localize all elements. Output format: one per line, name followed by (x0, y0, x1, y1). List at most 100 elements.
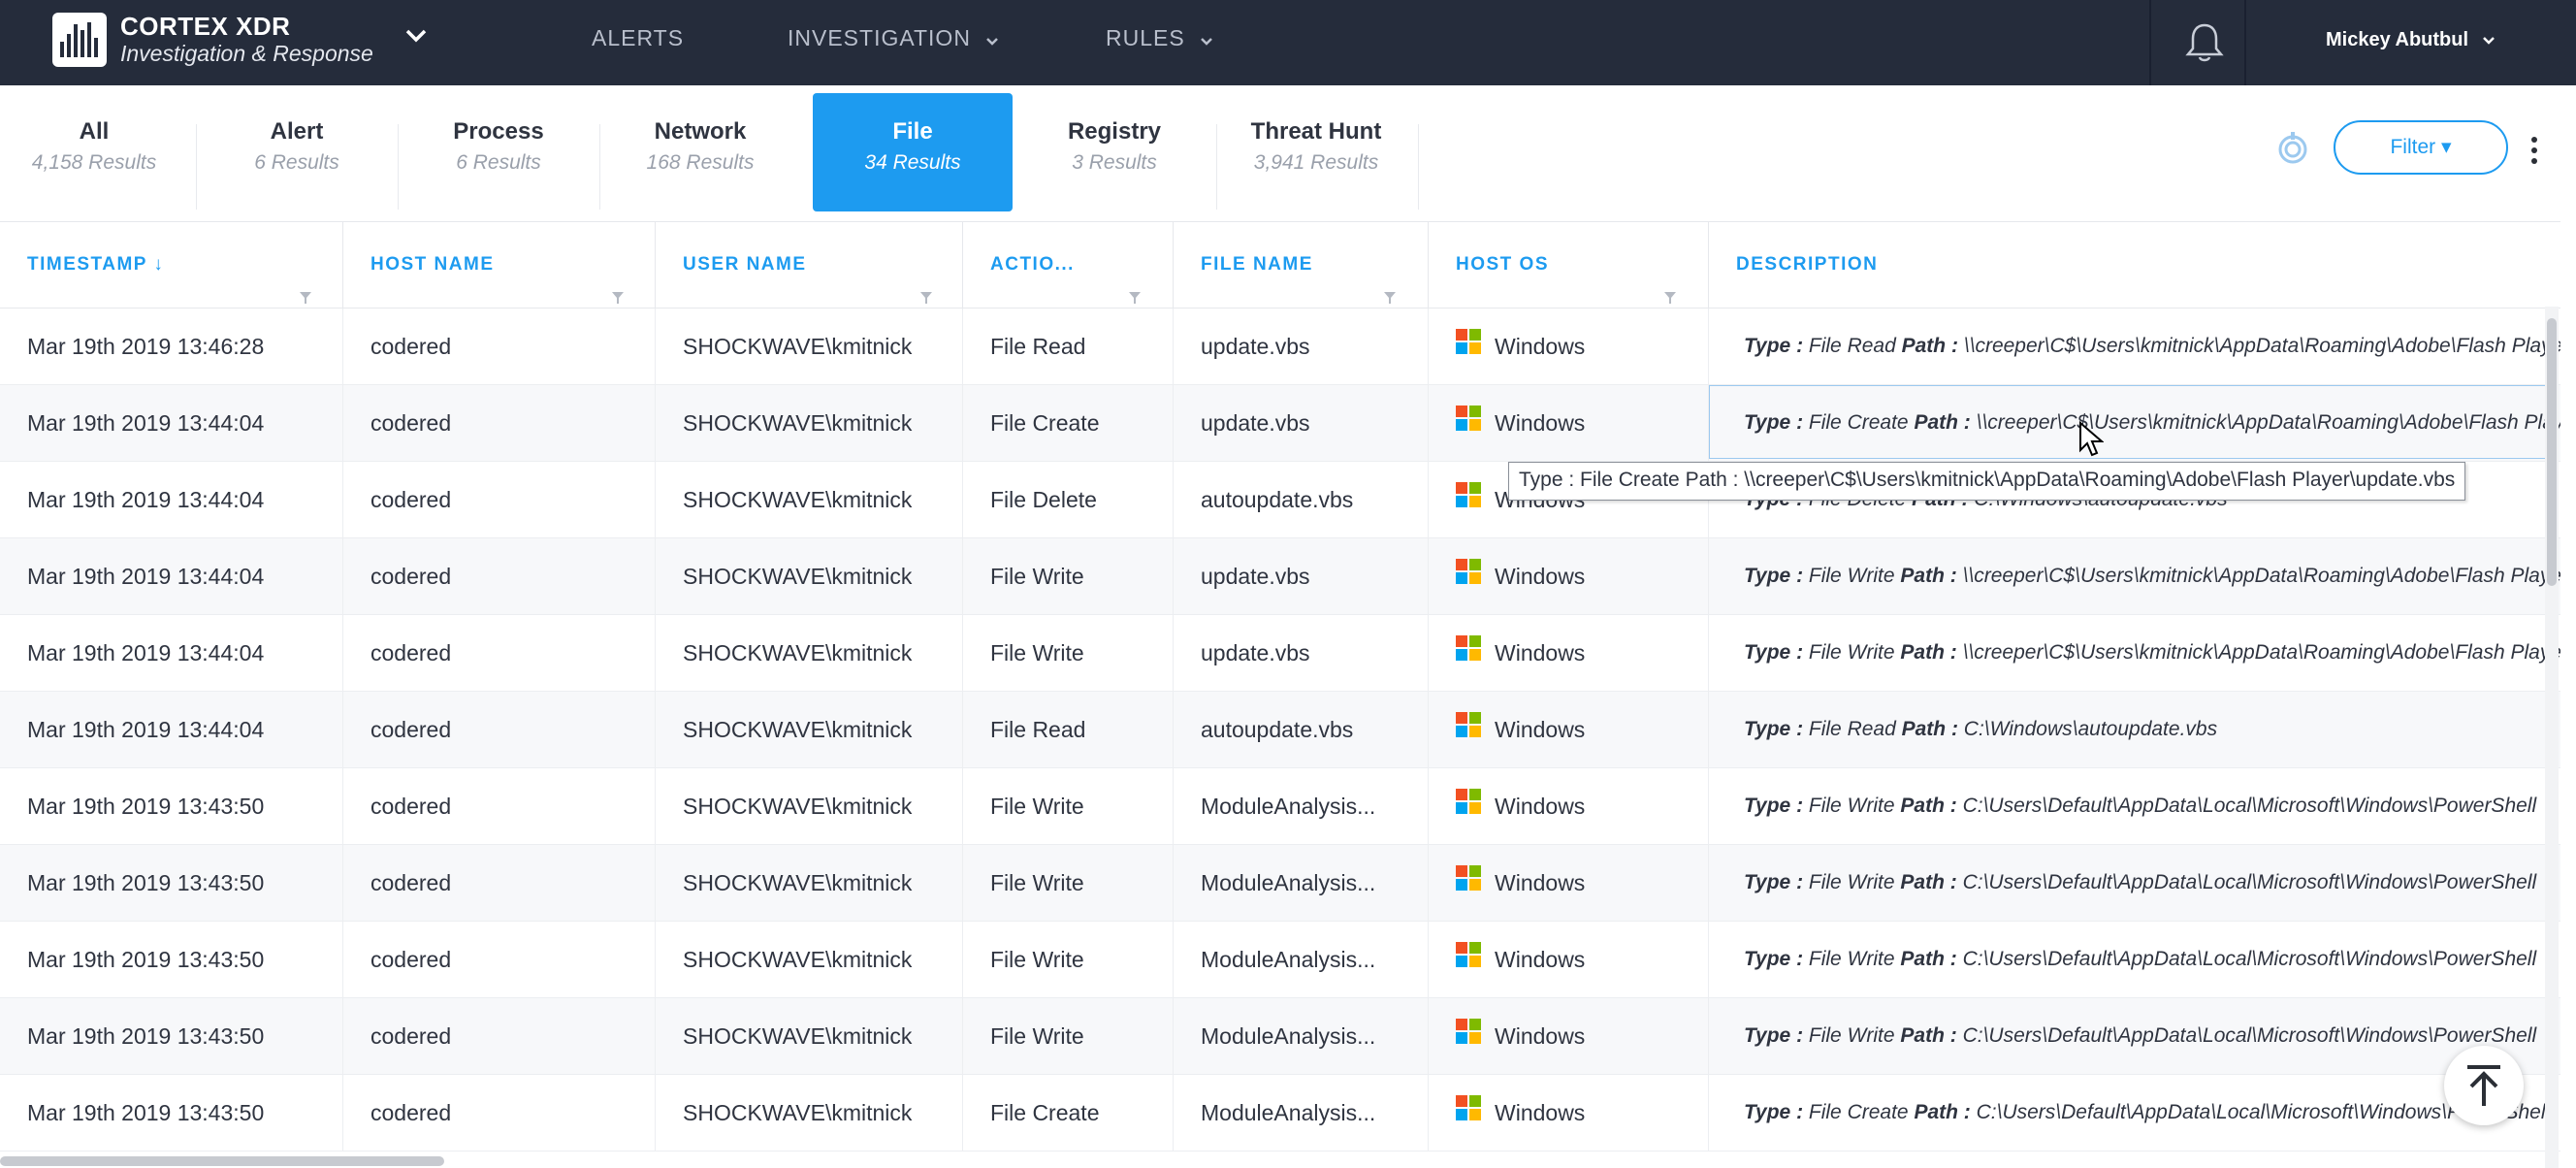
cell-host-name: codered (343, 538, 656, 614)
cell-description: Type : File Write Path : C:\Users\Defaul… (1709, 922, 2560, 997)
table-body: Mar 19th 2019 13:46:28 codered SHOCKWAVE… (0, 308, 2560, 1152)
cell-timestamp: Mar 19th 2019 13:43:50 (0, 1075, 343, 1151)
cell-user-name: SHOCKWAVE\kmitnick (656, 308, 963, 384)
table-row[interactable]: Mar 19th 2019 13:43:50 codered SHOCKWAVE… (0, 845, 2560, 922)
tab-alert[interactable]: Alert 6 Results (197, 93, 397, 211)
scroll-to-top-button[interactable] (2444, 1046, 2524, 1125)
desc-path-value: \\creeper\C$\Users\kmitnick\AppData\Roam… (1962, 565, 2560, 587)
desc-type-label: Type : (1744, 335, 1804, 357)
desc-type-label: Type : (1744, 718, 1804, 740)
user-name-label: Mickey Abutbul (2326, 29, 2469, 50)
nav-divider (2149, 0, 2151, 85)
chevron-down-icon (985, 26, 999, 52)
os-label: Windows (1495, 870, 1586, 895)
windows-logo-icon (1456, 385, 1481, 461)
cell-user-name: SHOCKWAVE\kmitnick (656, 768, 963, 844)
table-header: TIMESTAMP ↓ HOST NAME USER NAME ACTIO...… (0, 221, 2560, 308)
os-label: Windows (1495, 717, 1586, 742)
mouse-cursor-icon (2078, 420, 2105, 463)
more-options-icon[interactable] (2529, 136, 2539, 170)
desc-type-value: File Create (1803, 1101, 1915, 1123)
tab-count: 6 Results (254, 151, 339, 174)
column-header-action[interactable]: ACTIO... (963, 222, 1174, 308)
table-row[interactable]: Mar 19th 2019 13:44:04 codered SHOCKWAVE… (0, 692, 2560, 768)
column-header-description[interactable]: DESCRIPTION (1709, 222, 2560, 308)
column-header-user-name[interactable]: USER NAME (656, 222, 963, 308)
nav-investigation-label: INVESTIGATION (788, 25, 971, 50)
cell-action: File Write (963, 922, 1174, 997)
os-label: Windows (1495, 410, 1586, 436)
column-header-host-os[interactable]: HOST OS (1429, 222, 1709, 308)
horizontal-scrollbar-thumb[interactable] (0, 1156, 444, 1166)
cell-file-name: ModuleAnalysis... (1174, 1075, 1429, 1151)
table-row[interactable]: Mar 19th 2019 13:43:50 codered SHOCKWAVE… (0, 768, 2560, 845)
cell-user-name: SHOCKWAVE\kmitnick (656, 922, 963, 997)
desc-path-label: Path : (1901, 335, 1958, 357)
column-header-host-name[interactable]: HOST NAME (343, 222, 656, 308)
tab-label: Network (654, 118, 747, 145)
cell-description: Type : File Read Path : \\creeper\C$\Use… (1709, 308, 2560, 384)
windows-logo-icon (1456, 462, 1481, 537)
desc-path-label: Path : (1914, 1101, 1971, 1123)
refresh-icon[interactable] (2273, 130, 2312, 174)
desc-path-value: \\creeper\C$\Users\kmitnick\AppData\Roam… (1962, 641, 2560, 664)
cell-host-os: Windows (1429, 692, 1709, 767)
cell-timestamp: Mar 19th 2019 13:43:50 (0, 922, 343, 997)
tab-file[interactable]: File 34 Results (813, 93, 1013, 211)
tab-threat-hunt[interactable]: Threat Hunt 3,941 Results (1216, 93, 1416, 211)
cell-file-name: update.vbs (1174, 538, 1429, 614)
os-label: Windows (1495, 640, 1586, 665)
tab-network[interactable]: Network 168 Results (600, 93, 800, 211)
desc-type-value: File Read (1803, 718, 1902, 740)
desc-type-label: Type : (1744, 871, 1804, 893)
tab-label: Process (453, 118, 544, 145)
desc-path-value: C:\Users\Default\AppData\Local\Microsoft… (1956, 948, 2537, 970)
column-header-label: TIMESTAMP ↓ (27, 254, 165, 275)
cell-timestamp: Mar 19th 2019 13:43:50 (0, 998, 343, 1074)
table-row[interactable]: Mar 19th 2019 13:44:04 codered SHOCKWAVE… (0, 538, 2560, 615)
app-switcher-chevron-icon[interactable] (405, 29, 427, 48)
tab-process[interactable]: Process 6 Results (399, 93, 598, 211)
table-row[interactable]: Mar 19th 2019 13:43:50 codered SHOCKWAVE… (0, 922, 2560, 998)
windows-logo-icon (1456, 308, 1481, 384)
desc-type-value: File Write (1803, 641, 1901, 664)
cell-host-os: Windows (1429, 922, 1709, 997)
filter-button[interactable]: Filter ▾ (2334, 120, 2508, 175)
tab-all[interactable]: All 4,158 Results (0, 93, 194, 211)
table-row[interactable]: Mar 19th 2019 13:43:50 codered SHOCKWAVE… (0, 1075, 2560, 1152)
tab-count: 34 Results (864, 151, 961, 174)
cell-user-name: SHOCKWAVE\kmitnick (656, 538, 963, 614)
nav-rules[interactable]: RULES (1106, 25, 1213, 52)
table-row[interactable]: Mar 19th 2019 13:44:04 codered SHOCKWAVE… (0, 385, 2560, 462)
cell-user-name: SHOCKWAVE\kmitnick (656, 615, 963, 691)
os-label: Windows (1495, 1023, 1586, 1049)
cell-host-name: codered (343, 922, 656, 997)
desc-path-value: C:\Users\Default\AppData\Local\Microsoft… (1956, 795, 2537, 817)
desc-path-value: \\creeper\C$\Users\kmitnick\AppData\Roam… (1976, 411, 2560, 434)
table-row[interactable]: Mar 19th 2019 13:46:28 codered SHOCKWAVE… (0, 308, 2560, 385)
result-tabs: All 4,158 Results Alert 6 Results Proces… (0, 85, 2576, 221)
cell-timestamp: Mar 19th 2019 13:44:04 (0, 462, 343, 537)
cell-file-name: update.vbs (1174, 615, 1429, 691)
column-header-timestamp[interactable]: TIMESTAMP ↓ (0, 222, 343, 308)
nav-investigation[interactable]: INVESTIGATION (788, 25, 999, 52)
table-row[interactable]: Mar 19th 2019 13:43:50 codered SHOCKWAVE… (0, 998, 2560, 1075)
windows-logo-icon (1456, 768, 1481, 844)
table-row[interactable]: Mar 19th 2019 13:44:04 codered SHOCKWAVE… (0, 615, 2560, 692)
tab-registry[interactable]: Registry 3 Results (1014, 93, 1214, 211)
tab-count: 6 Results (456, 151, 541, 174)
user-menu[interactable]: Mickey Abutbul (2326, 29, 2496, 51)
desc-type-label: Type : (1744, 411, 1804, 434)
vertical-scrollbar-thumb[interactable] (2547, 318, 2557, 586)
column-header-label: FILE NAME (1201, 254, 1313, 275)
desc-path-label: Path : (1900, 1024, 1957, 1047)
cell-host-os: Windows (1429, 845, 1709, 921)
cortex-logo-icon[interactable] (52, 13, 107, 67)
cell-action: File Read (963, 308, 1174, 384)
cell-host-os: Windows (1429, 538, 1709, 614)
tab-label: File (892, 118, 933, 145)
nav-alerts[interactable]: ALERTS (592, 25, 684, 51)
column-header-file-name[interactable]: FILE NAME (1174, 222, 1429, 308)
notifications-bell-icon[interactable] (2182, 19, 2227, 69)
cell-user-name: SHOCKWAVE\kmitnick (656, 998, 963, 1074)
